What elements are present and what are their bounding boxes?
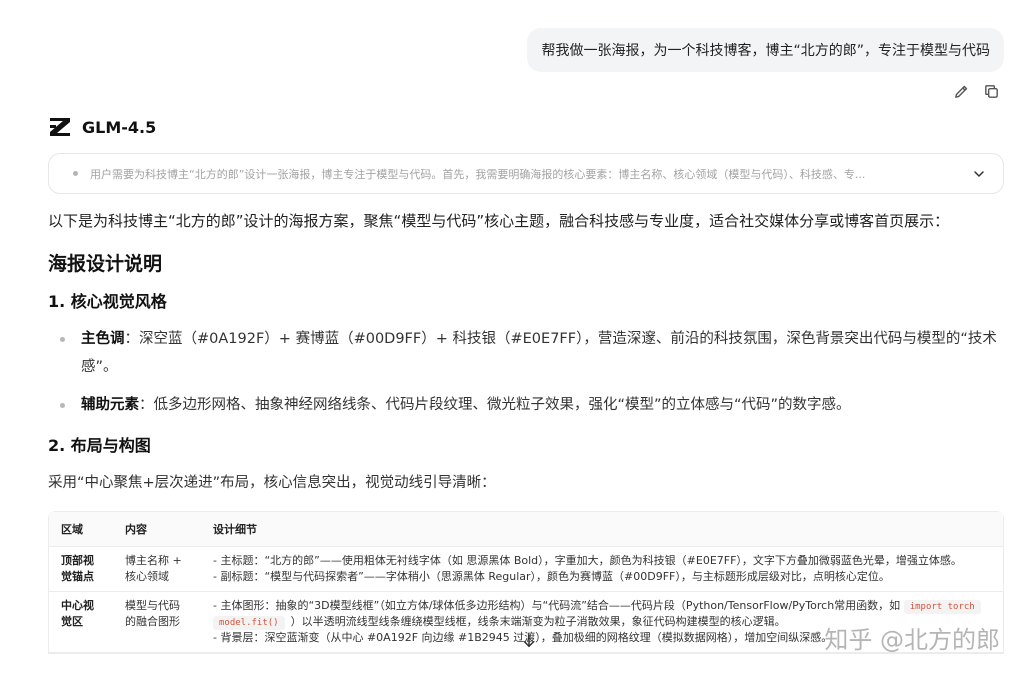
column-header-detail: 设计细节 xyxy=(201,512,1003,547)
style-bullets: 主色调：深空蓝（#0A192F）+ 赛博蓝（#00D9FF）+ 科技银（#E0E… xyxy=(48,325,1008,419)
cell-area: 顶部视觉锚点 xyxy=(49,547,113,592)
bullet-label: 主色调 xyxy=(81,331,125,347)
user-message-text: 帮我做一张海报，为一个科技博客，博主“北方的郎”，专注于模型与代码 xyxy=(541,43,990,59)
cell-content: 博主名称 + 核心领域 xyxy=(113,547,201,592)
cell-content: 模型与代码的融合图形 xyxy=(113,592,201,653)
thinking-panel[interactable]: 用户需要为科技博主“北方的郎”设计一张海报，博主专注于模型与代码。首先，我需要明… xyxy=(48,153,1004,194)
code-snippet: import torch xyxy=(903,600,981,614)
code-snippet: model.fit() xyxy=(213,616,285,630)
cell-area: 中心视觉区 xyxy=(49,592,113,653)
user-message-bubble: 帮我做一张海报，为一个科技博客，博主“北方的郎”，专注于模型与代码 xyxy=(527,28,1004,72)
layout-description: 采用“中心聚焦+层次递进”布局，核心信息突出，视觉动线引导清晰： xyxy=(48,475,496,491)
cell-detail: - 主标题：“北方的郎”——使用粗体无衬线字体（如 思源黑体 Bold），字重加… xyxy=(201,547,1003,592)
pencil-icon[interactable] xyxy=(952,82,970,100)
heading-layout: 2. 布局与构图 xyxy=(48,436,151,455)
thinking-summary: 用户需要为科技博主“北方的郎”设计一张海报，博主专注于模型与代码。首先，我需要明… xyxy=(90,167,866,181)
chevron-down-icon[interactable] xyxy=(971,166,987,182)
bullet-text: ：深空蓝（#0A192F）+ 赛博蓝（#00D9FF）+ 科技银（#E0E7FF… xyxy=(81,331,997,375)
watermark: 知乎 @北方的郎 xyxy=(824,626,1000,654)
model-name: GLM-4.5 xyxy=(82,117,157,137)
detail-text: ）以半透明流线型线条缠绕模型线框，线条末端渐变为粒子消散效果，象征代码构建模型的… xyxy=(290,615,786,628)
bullet-dot xyxy=(73,171,78,176)
detail-line: - 副标题：“模型与代码探索者”——字体稍小（思源黑体 Regular），颜色为… xyxy=(213,570,890,583)
list-item: 辅助元素：低多边形网格、抽象神经网络线条、代码片段纹理、微光粒子效果，强化“模型… xyxy=(60,391,1008,419)
heading-visual-style: 1. 核心视觉风格 xyxy=(48,292,167,311)
heading-poster-design: 海报设计说明 xyxy=(48,253,163,275)
z-logo-icon xyxy=(48,116,72,138)
message-actions xyxy=(952,82,1000,100)
column-header-content: 内容 xyxy=(113,512,201,547)
model-header: GLM-4.5 xyxy=(48,116,156,138)
table-header-row: 区域 内容 设计细节 xyxy=(49,512,1003,547)
list-item: 主色调：深空蓝（#0A192F）+ 赛博蓝（#00D9FF）+ 科技银（#E0E… xyxy=(60,325,1008,381)
copy-icon[interactable] xyxy=(982,82,1000,100)
column-header-area: 区域 xyxy=(49,512,113,547)
detail-text: - 主体图形：抽象的“3D模型线框”（如立方体/球体低多边形结构）与“代码流”结… xyxy=(213,599,901,612)
arrow-down-icon[interactable] xyxy=(518,630,540,652)
table-row: 顶部视觉锚点 博主名称 + 核心领域 - 主标题：“北方的郎”——使用粗体无衬线… xyxy=(49,547,1003,592)
bullet-dot xyxy=(60,337,65,342)
response-intro: 以下是为科技博主“北方的郎”设计的海报方案，聚焦“模型与代码”核心主题，融合科技… xyxy=(48,212,950,230)
bullet-text: ：低多边形网格、抽象神经网络线条、代码片段纹理、微光粒子效果，强化“模型”的立体… xyxy=(139,397,851,413)
bullet-label: 辅助元素 xyxy=(81,397,139,413)
response-content: 以下是为科技博主“北方的郎”设计的海报方案，聚焦“模型与代码”核心主题，融合科技… xyxy=(48,207,1008,654)
detail-line: - 主标题：“北方的郎”——使用粗体无衬线字体（如 思源黑体 Bold），字重加… xyxy=(213,554,962,567)
bullet-dot xyxy=(60,403,65,408)
